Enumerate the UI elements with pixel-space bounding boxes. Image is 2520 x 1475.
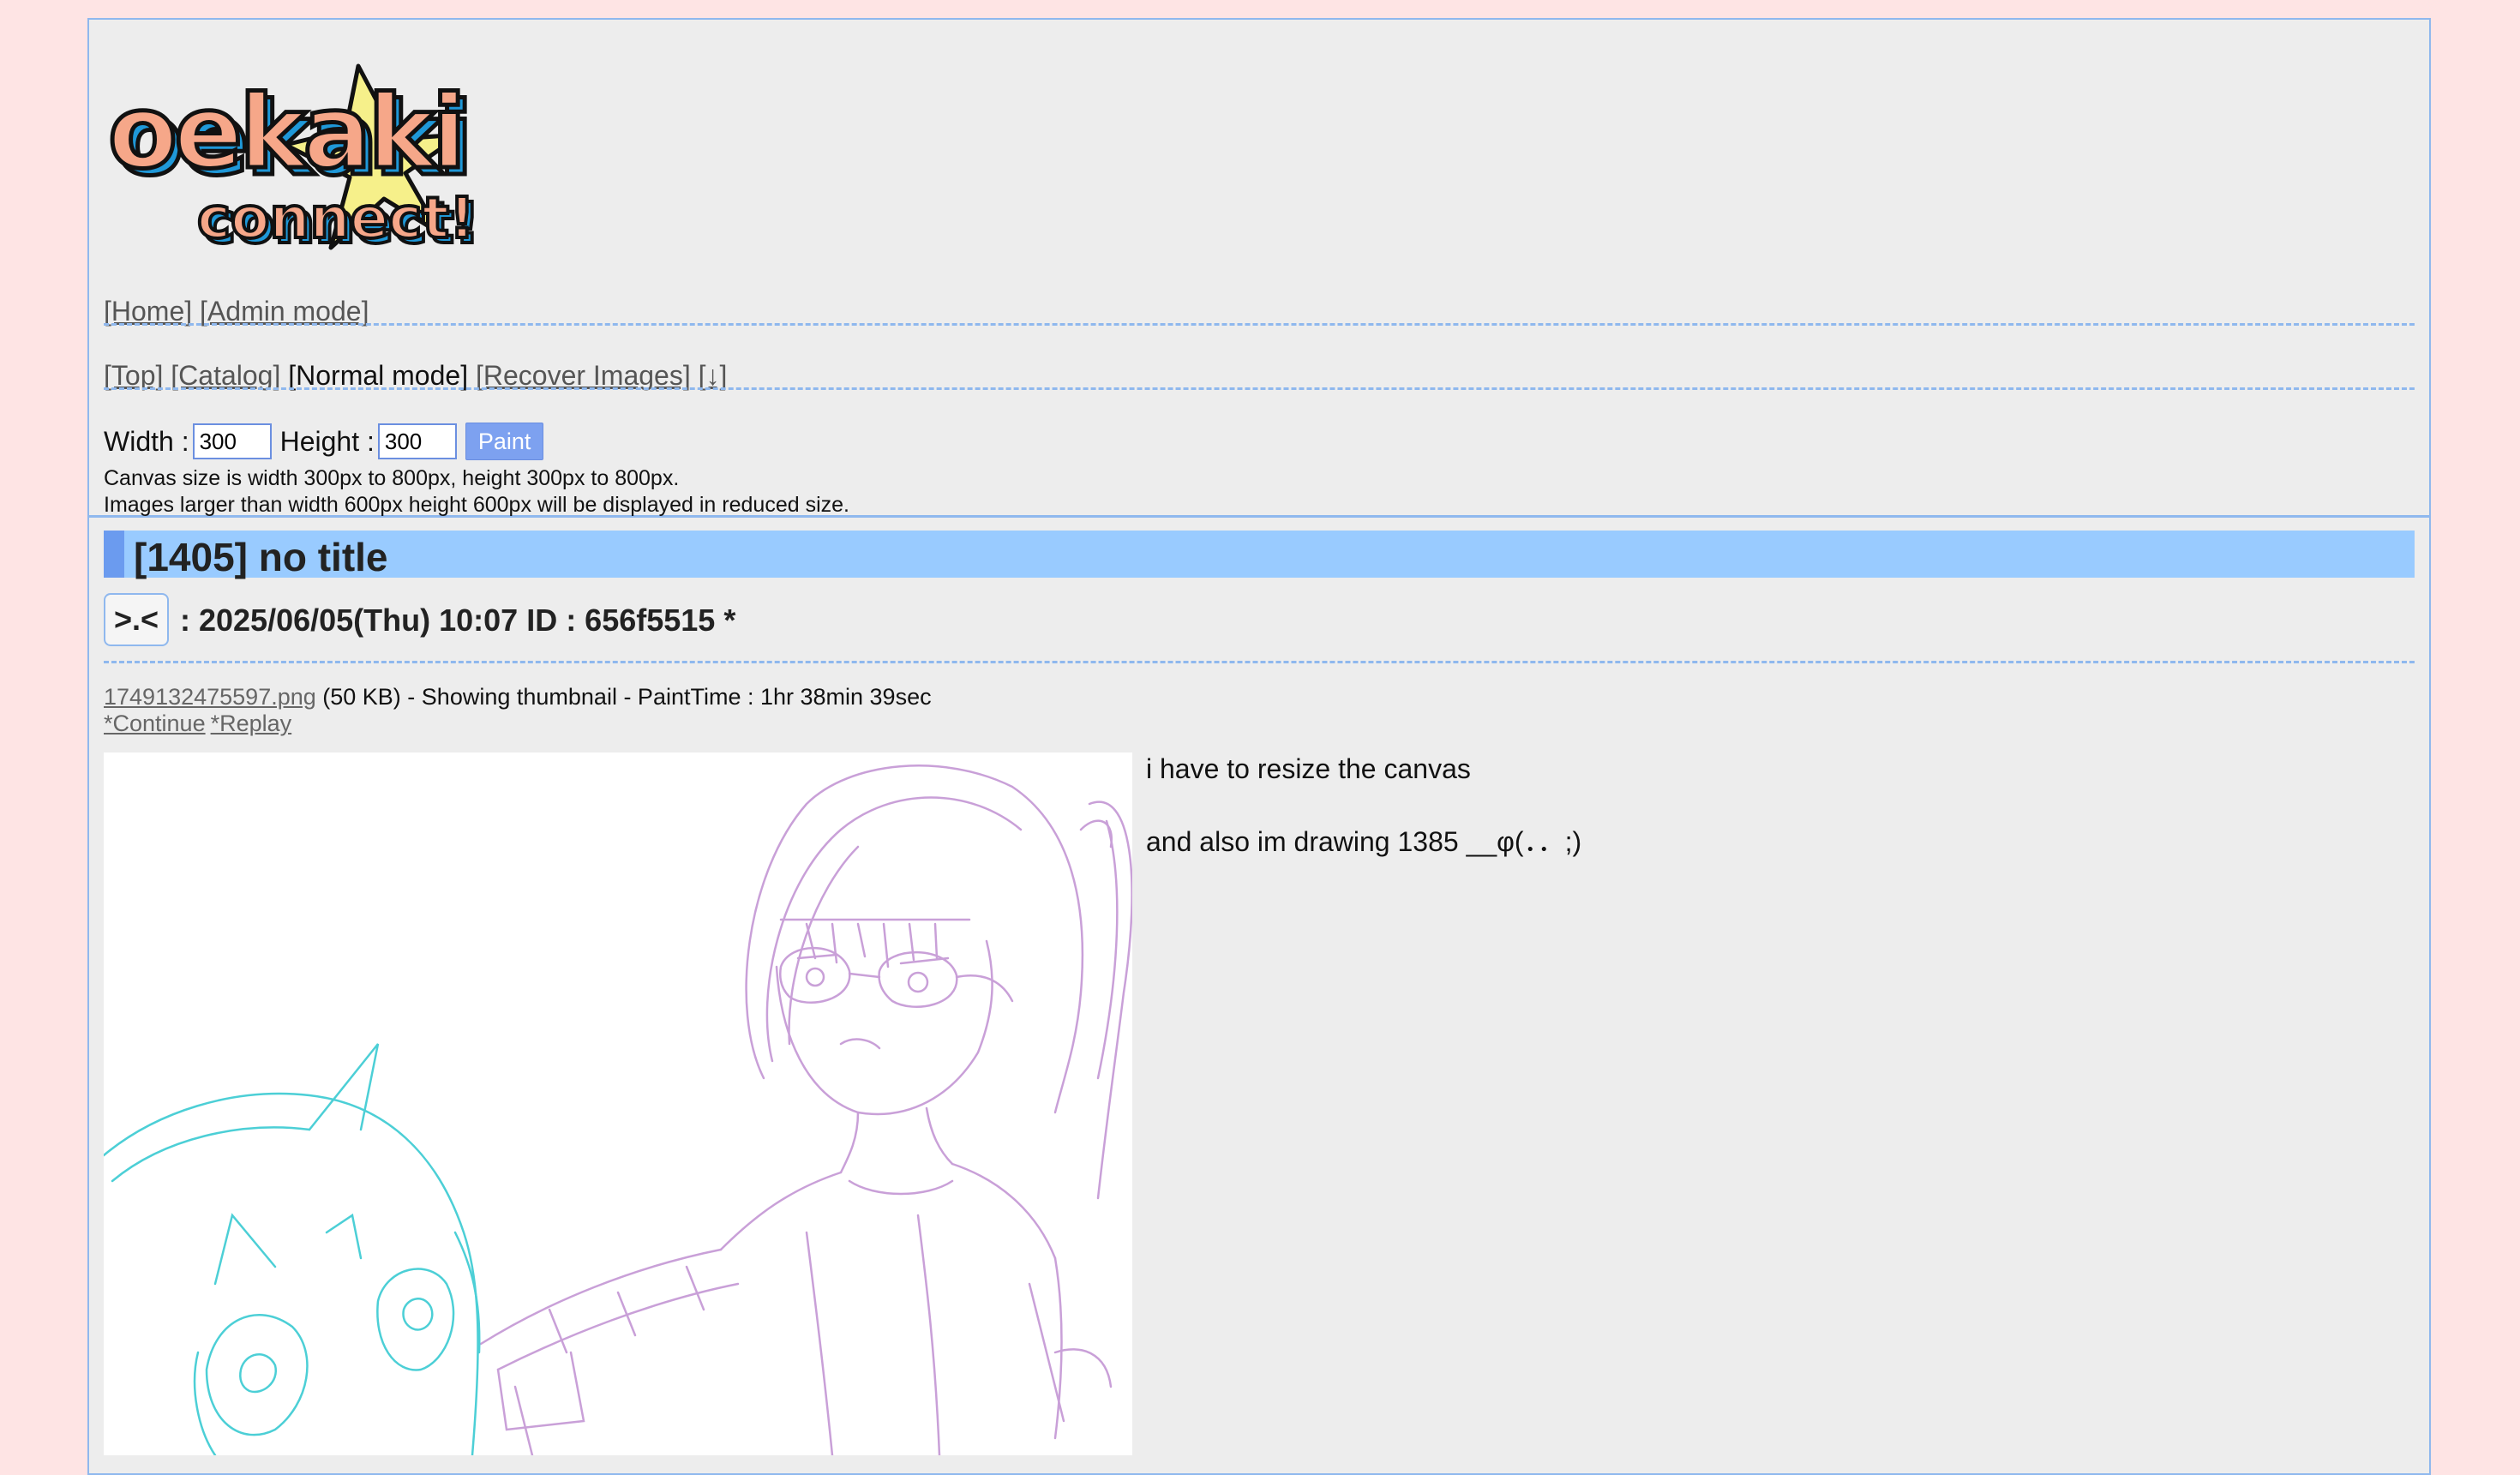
width-label: Width : xyxy=(104,425,189,457)
post-title-bar: [1405] no title xyxy=(104,531,2415,579)
width-input[interactable] xyxy=(192,423,272,459)
divider xyxy=(104,323,2415,326)
canvas-size-form: Width : Height : Paint xyxy=(104,423,544,460)
top-link[interactable]: [Top] xyxy=(104,360,163,391)
paint-button[interactable]: Paint xyxy=(465,423,544,460)
comment-line: i have to resize the canvas xyxy=(1146,753,1471,784)
file-info: 1749132475597.png (50 KB) - Showing thum… xyxy=(104,684,932,711)
divider xyxy=(104,661,2415,663)
file-details: (50 KB) - Showing thumbnail - PaintTime … xyxy=(315,684,932,710)
svg-text:connect!: connect! xyxy=(197,185,475,251)
height-label: Height : xyxy=(279,425,375,457)
height-input[interactable] xyxy=(377,423,457,459)
title-marker xyxy=(104,531,124,578)
oekaki-connect-logo[interactable]: oekaki oekaki connect! connect! xyxy=(101,49,521,272)
admin-mode-link[interactable]: [Admin mode] xyxy=(200,296,369,327)
svg-text:oekaki: oekaki xyxy=(108,73,463,191)
scroll-down-link[interactable]: [↓] xyxy=(699,360,728,391)
character-sketch xyxy=(104,1043,481,1455)
canvas-size-note: Canvas size is width 300px to 800px, hei… xyxy=(104,466,680,490)
recover-images-link[interactable]: [Recover Images] xyxy=(476,360,691,391)
drawing-thumbnail[interactable] xyxy=(104,752,1132,1455)
board-header: oekaki oekaki connect! connect! [Home] [… xyxy=(89,20,2429,518)
post-actions: *Continue *Replay xyxy=(104,711,297,737)
reduced-size-note: Images larger than width 600px height 60… xyxy=(104,493,849,517)
girl-sketch xyxy=(479,764,1132,1455)
board-frame: oekaki oekaki connect! connect! [Home] [… xyxy=(87,18,2431,1475)
replay-link[interactable]: *Replay xyxy=(211,711,292,736)
normal-mode-label: [Normal mode] xyxy=(288,360,469,391)
file-link[interactable]: 1749132475597.png xyxy=(104,684,316,710)
continue-link[interactable]: *Continue xyxy=(104,711,206,736)
home-link[interactable]: [Home] xyxy=(104,296,192,327)
post-meta: : 2025/06/05(Thu) 10:07 ID : 656f5515 * xyxy=(180,603,736,638)
divider xyxy=(104,387,2415,390)
catalog-link[interactable]: [Catalog] xyxy=(171,360,280,391)
post-title: [1405] no title xyxy=(134,535,388,579)
comment-line: and also im drawing 1385 __φ(．．;) xyxy=(1146,826,1582,857)
reply-button[interactable]: >.< xyxy=(104,593,169,646)
